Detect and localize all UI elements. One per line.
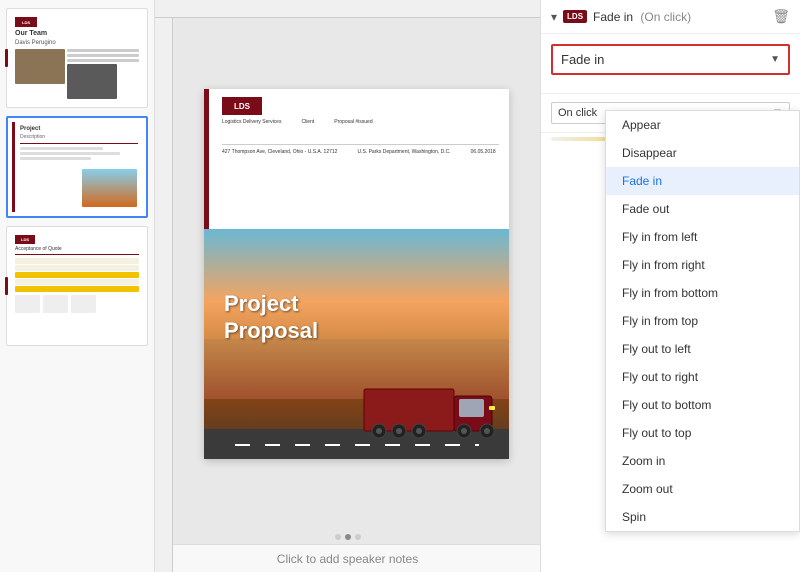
thumbnail-slide-1[interactable]: LDS Our Team Davis Perugino [6,8,148,108]
dropdown-arrow-icon: ▼ [770,54,780,65]
animation-name-label: Fade in (On click) [593,10,766,24]
option-fly-out-top[interactable]: Fly out to top [606,419,799,447]
slide-text-overlay: Project Proposal [224,291,318,344]
dot-2 [345,534,351,540]
thumb3-table [15,258,139,292]
thumb2-line1 [20,147,103,150]
thumb3-item3 [71,295,96,313]
thumb3-row5 [15,286,139,292]
option-appear[interactable]: Appear [606,111,799,139]
animation-dropdown-menu: Appear Disappear Fade in Fade out Fly in… [605,110,800,532]
thumb2-lines [20,147,138,160]
thumbnail-slide-2[interactable]: Project Description [6,116,148,218]
thumb1-subtitle: Davis Perugino [15,40,139,46]
thumb2-subtitle: Description [20,134,138,140]
slide-container[interactable]: LDS Logistics Delivery Services Client P… [155,18,540,530]
slide-indicator-1 [5,49,8,67]
animation-controls: Fade in ▼ [541,34,800,94]
truck-svg [359,374,499,444]
thumb2-divider [20,143,138,144]
thumb3-bottom [15,295,139,313]
thumb3-item1 [15,295,40,313]
ruler-top [155,0,540,18]
thumb2-image [82,169,137,207]
animation-type-dropdown[interactable]: Fade in ▼ [551,44,790,75]
thumb3-logo: LDS [15,235,35,244]
dot-1 [335,534,341,540]
slide-area-inner: LDS Logistics Delivery Services Client P… [155,18,540,530]
thumb1-line2 [67,54,139,57]
slide-area: LDS Logistics Delivery Services Client P… [155,0,540,572]
anim-logo-badge: LDS [563,10,587,23]
option-zoom-out[interactable]: Zoom out [606,475,799,503]
slide-main[interactable]: LDS Logistics Delivery Services Client P… [204,89,509,459]
thumb1-title: Our Team [15,30,139,37]
thumb2-line2 [20,152,120,155]
thumb3-row2 [15,265,139,271]
animation-header: ▾ LDS Fade in (On click) 🗑 [541,0,800,34]
thumb3-title: Acceptance of Quote [15,246,139,252]
option-zoom-in[interactable]: Zoom in [606,447,799,475]
thumb3-row1 [15,258,139,264]
thumb1-line3 [67,59,139,62]
slide-meta-below: 427 Thompson Ave, Cleveland, Ohio - U.S.… [222,149,499,155]
thumb3-item2 [43,295,68,313]
delete-animation-button[interactable]: 🗑 [772,8,790,25]
right-panel: ▾ LDS Fade in (On click) 🗑 Fade in ▼ App… [540,0,800,572]
thumb2-line3 [20,157,91,160]
road-line [235,444,479,446]
thumb1-img1 [15,49,65,84]
chevron-down-icon[interactable]: ▾ [551,10,557,24]
option-fly-in-top[interactable]: Fly in from top [606,307,799,335]
thumb1-img2 [67,64,117,99]
option-fly-in-left[interactable]: Fly in from left [606,223,799,251]
thumb1-logo: LDS [15,17,37,27]
option-fly-out-right[interactable]: Fly out to right [606,363,799,391]
slide-logo: LDS [222,97,262,115]
slide-image: Project Proposal [204,229,509,459]
thumb2-leftbar [12,122,15,212]
main-layout: LDS Our Team Davis Perugino [0,0,800,572]
thumb3-row3 [15,272,139,278]
truck [359,374,499,444]
option-fly-in-bottom[interactable]: Fly in from bottom [606,279,799,307]
thumbnail-slide-3[interactable]: LDS Acceptance of Quote [6,226,148,346]
dot-3 [355,534,361,540]
slide-header: LDS Logistics Delivery Services Client P… [222,97,499,125]
option-spin[interactable]: Spin [606,503,799,531]
option-fly-out-left[interactable]: Fly out to left [606,335,799,363]
thumb3-divider [15,254,139,255]
slide-meta-row: Logistics Delivery Services Client Propo… [222,119,499,125]
slide-indicator-3 [5,277,8,295]
thumb3-inner: LDS Acceptance of Quote [11,231,143,341]
option-fly-out-bottom[interactable]: Fly out to bottom [606,391,799,419]
option-fly-in-right[interactable]: Fly in from right [606,251,799,279]
ruler-left [155,18,173,530]
option-fade-in[interactable]: Fade in [606,167,799,195]
thumb1-inner: LDS Our Team Davis Perugino [11,13,143,103]
option-disappear[interactable]: Disappear [606,139,799,167]
option-fade-out[interactable]: Fade out [606,195,799,223]
thumb1-text-lines [67,49,139,99]
thumbnails-panel: LDS Our Team Davis Perugino [0,0,155,572]
slide-dots [155,530,540,544]
slide-divider-top [222,144,499,145]
thumb2-content: Project Description [12,122,142,164]
thumb3-row4 [15,279,139,285]
thumb2-title: Project [20,126,138,132]
thumb1-line1 [67,49,139,52]
thumb2-inner: Project Description [12,122,142,212]
slide-notes[interactable]: Click to add speaker notes [155,544,540,572]
